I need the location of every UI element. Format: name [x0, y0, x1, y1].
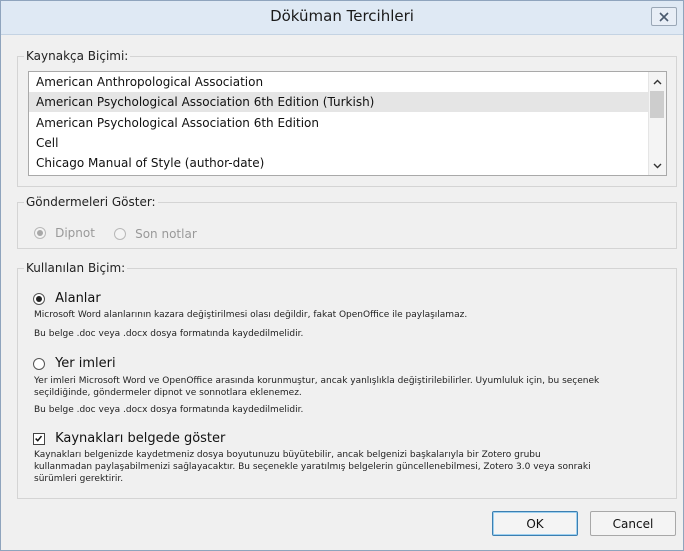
list-item[interactable]: American Anthropological Association	[29, 72, 649, 92]
list-item[interactable]: Chicago Manual of Style (author-date)	[29, 153, 649, 173]
format-legend: Kullanılan Biçim:	[26, 261, 126, 275]
store-references-label: Kaynakları belgede göster	[55, 431, 226, 446]
list-item[interactable]: American Psychological Association 6th E…	[29, 92, 649, 112]
citation-style-legend: Kaynakça Biçimi:	[26, 49, 129, 63]
endnotes-label: Son notlar	[135, 226, 197, 241]
scroll-thumb[interactable]	[650, 91, 664, 118]
close-button[interactable]	[651, 7, 677, 26]
footnotes-radio[interactable]	[34, 226, 46, 239]
list-item[interactable]: American Psychological Association 6th E…	[29, 113, 649, 133]
citation-style-list[interactable]: American Anthropological Association Ame…	[28, 71, 667, 176]
endnotes-option[interactable]: Son notlar	[114, 223, 197, 242]
fields-option[interactable]: Alanlar	[33, 288, 101, 307]
list-scrollbar[interactable]	[648, 72, 666, 175]
title-bar: Döküman Tercihleri	[1, 1, 683, 35]
bookmarks-radio[interactable]	[33, 357, 45, 370]
scroll-up-button[interactable]	[649, 73, 666, 90]
bookmarks-save-note: Bu belge .doc veya .docx dosya formatınd…	[34, 405, 304, 415]
ok-button[interactable]: OK	[492, 511, 578, 536]
fields-description: Microsoft Word alanlarının kazara değişt…	[34, 310, 468, 320]
store-description-3: sürümleri gerektirir.	[34, 474, 124, 484]
endnotes-radio[interactable]	[114, 227, 126, 240]
checkmark-icon	[35, 435, 43, 442]
bookmarks-option[interactable]: Yer imleri	[33, 353, 116, 372]
fields-save-note: Bu belge .doc veya .docx dosya formatınd…	[34, 329, 304, 339]
dialog-title: Döküman Tercihleri	[270, 7, 414, 25]
footnotes-label: Dipnot	[55, 225, 95, 240]
footnotes-option[interactable]: Dipnot	[34, 222, 95, 241]
notes-legend: Göndermeleri Göster:	[26, 195, 156, 209]
list-item[interactable]: Cell	[29, 133, 649, 153]
chevron-down-icon	[653, 163, 662, 168]
cancel-button[interactable]: Cancel	[590, 511, 676, 536]
store-references-option[interactable]: Kaynakları belgede göster	[33, 428, 225, 447]
close-icon	[659, 11, 669, 22]
bookmarks-description-2: seçildiğinde, göndermeler dipnot ve sonn…	[34, 388, 302, 398]
fields-radio[interactable]	[33, 292, 45, 305]
preferences-dialog: Döküman Tercihleri Kaynakça Biçimi: Amer…	[0, 0, 684, 551]
fields-label: Alanlar	[55, 291, 101, 306]
chevron-up-icon	[653, 79, 662, 84]
bookmarks-label: Yer imleri	[55, 356, 116, 371]
store-references-checkbox[interactable]	[33, 432, 45, 445]
scroll-down-button[interactable]	[649, 157, 666, 174]
